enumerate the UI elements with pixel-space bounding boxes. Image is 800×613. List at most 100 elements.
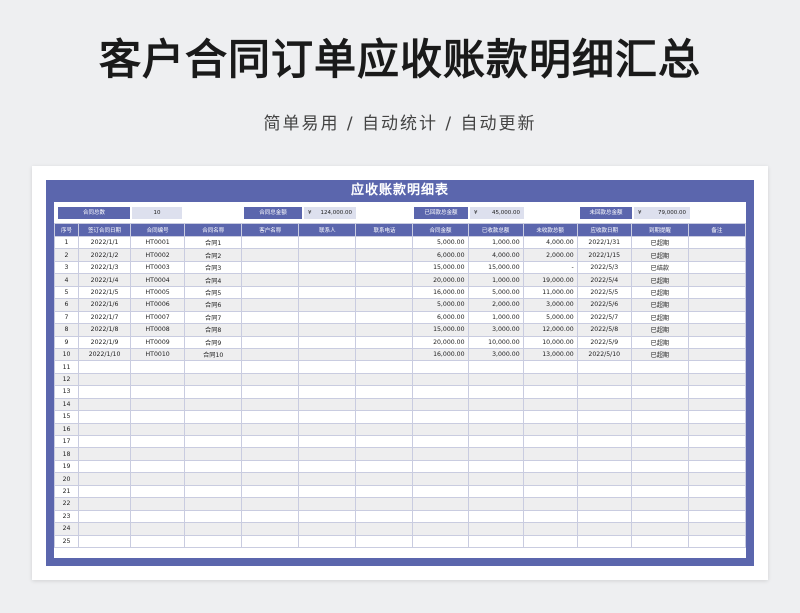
cell-received-amount[interactable]: 1,000.00 [467, 235, 524, 250]
cell-contract-amount[interactable] [412, 534, 469, 548]
column-header-contract-name[interactable]: 合同名称 [184, 223, 243, 237]
cell-received-amount[interactable] [467, 434, 524, 449]
cell-contact[interactable] [298, 410, 357, 424]
cell-due-date[interactable] [576, 447, 632, 461]
cell-customer-name[interactable] [241, 285, 300, 300]
cell-contract-no[interactable]: HT0001 [130, 235, 186, 250]
cell-remark[interactable] [687, 534, 747, 548]
cell-due-reminder[interactable] [630, 385, 689, 399]
cell-received-amount[interactable]: 2,000.00 [467, 298, 524, 312]
cell-contract-no[interactable]: HT0008 [130, 323, 186, 337]
cell-received-amount[interactable] [467, 410, 524, 424]
cell-contract-amount[interactable] [412, 484, 469, 499]
cell-contact[interactable] [298, 459, 357, 474]
cell-contract-name[interactable]: 合同3 [184, 260, 243, 275]
cell-unreceived-amount[interactable]: - [522, 260, 578, 275]
cell-contract-no[interactable]: HT0005 [130, 285, 186, 300]
cell-contract-amount[interactable] [412, 434, 469, 449]
cell-contract-amount[interactable] [412, 360, 469, 374]
cell-contract-name[interactable] [184, 534, 243, 548]
cell-phone[interactable] [355, 372, 414, 387]
cell-contract-amount[interactable]: 5,000.00 [412, 298, 469, 312]
cell-phone[interactable] [355, 385, 414, 399]
cell-contract-no[interactable] [130, 497, 186, 511]
cell-sign-date[interactable]: 2022/1/2 [78, 248, 132, 262]
cell-contact[interactable] [298, 447, 357, 461]
cell-customer-name[interactable] [241, 323, 300, 337]
cell-sign-date[interactable] [78, 397, 132, 412]
cell-contract-no[interactable] [130, 472, 186, 486]
cell-seq[interactable]: 16 [53, 422, 80, 437]
cell-received-amount[interactable]: 3,000.00 [467, 347, 524, 362]
cell-due-date[interactable]: 2022/1/31 [576, 235, 632, 250]
cell-received-amount[interactable] [467, 360, 524, 374]
cell-phone[interactable] [355, 484, 414, 499]
cell-remark[interactable] [687, 522, 747, 536]
cell-sign-date[interactable] [78, 522, 132, 536]
cell-seq[interactable]: 15 [53, 410, 80, 424]
cell-due-reminder[interactable] [630, 422, 689, 437]
cell-phone[interactable] [355, 447, 414, 461]
cell-remark[interactable] [687, 509, 747, 524]
cell-contact[interactable] [298, 335, 357, 349]
cell-contract-name[interactable] [184, 385, 243, 399]
cell-sign-date[interactable] [78, 372, 132, 387]
cell-contract-amount[interactable] [412, 497, 469, 511]
cell-customer-name[interactable] [241, 497, 300, 511]
cell-contract-amount[interactable] [412, 509, 469, 524]
cell-contract-amount[interactable]: 16,000.00 [412, 347, 469, 362]
cell-due-date[interactable] [576, 422, 632, 437]
cell-customer-name[interactable] [241, 509, 300, 524]
cell-sign-date[interactable]: 2022/1/1 [78, 235, 132, 250]
column-header-seq[interactable]: 序号 [53, 223, 80, 237]
cell-due-date[interactable]: 2022/1/15 [576, 248, 632, 262]
cell-seq[interactable]: 8 [53, 323, 80, 337]
cell-contact[interactable] [298, 434, 357, 449]
cell-contract-name[interactable] [184, 459, 243, 474]
cell-remark[interactable] [687, 298, 747, 312]
cell-due-reminder[interactable] [630, 410, 689, 424]
cell-contract-name[interactable]: 合同1 [184, 235, 243, 250]
column-header-phone[interactable]: 联系电话 [355, 223, 414, 237]
cell-due-date[interactable]: 2022/5/4 [576, 273, 632, 287]
cell-contract-no[interactable]: HT0004 [130, 273, 186, 287]
cell-received-amount[interactable] [467, 484, 524, 499]
cell-due-date[interactable]: 2022/5/10 [576, 347, 632, 362]
cell-contact[interactable] [298, 509, 357, 524]
cell-customer-name[interactable] [241, 385, 300, 399]
cell-contract-amount[interactable] [412, 422, 469, 437]
cell-contact[interactable] [298, 497, 357, 511]
cell-phone[interactable] [355, 310, 414, 325]
cell-due-date[interactable]: 2022/5/9 [576, 335, 632, 349]
cell-phone[interactable] [355, 323, 414, 337]
cell-contract-no[interactable] [130, 534, 186, 548]
cell-contact[interactable] [298, 472, 357, 486]
cell-customer-name[interactable] [241, 534, 300, 548]
cell-received-amount[interactable] [467, 422, 524, 437]
cell-seq[interactable]: 22 [53, 497, 80, 511]
cell-seq[interactable]: 1 [53, 235, 80, 250]
cell-due-reminder[interactable] [630, 397, 689, 412]
contract-count-value[interactable]: 10 [132, 207, 182, 219]
cell-sign-date[interactable] [78, 385, 132, 399]
cell-sign-date[interactable] [78, 422, 132, 437]
column-header-sign-date[interactable]: 签订合同日期 [78, 223, 132, 237]
cell-contract-name[interactable]: 合同8 [184, 323, 243, 337]
cell-due-date[interactable] [576, 397, 632, 412]
cell-contact[interactable] [298, 360, 357, 374]
received-total-value[interactable]: ¥ 45,000.00 [470, 207, 524, 219]
cell-due-date[interactable]: 2022/5/6 [576, 298, 632, 312]
cell-contract-name[interactable] [184, 509, 243, 524]
cell-phone[interactable] [355, 509, 414, 524]
cell-customer-name[interactable] [241, 360, 300, 374]
cell-contract-no[interactable] [130, 484, 186, 499]
cell-sign-date[interactable] [78, 534, 132, 548]
cell-due-reminder[interactable] [630, 497, 689, 511]
cell-due-reminder[interactable] [630, 434, 689, 449]
cell-unreceived-amount[interactable] [522, 534, 578, 548]
cell-received-amount[interactable] [467, 497, 524, 511]
cell-contact[interactable] [298, 372, 357, 387]
cell-contract-name[interactable] [184, 422, 243, 437]
cell-due-date[interactable] [576, 385, 632, 399]
cell-contract-name[interactable] [184, 522, 243, 536]
